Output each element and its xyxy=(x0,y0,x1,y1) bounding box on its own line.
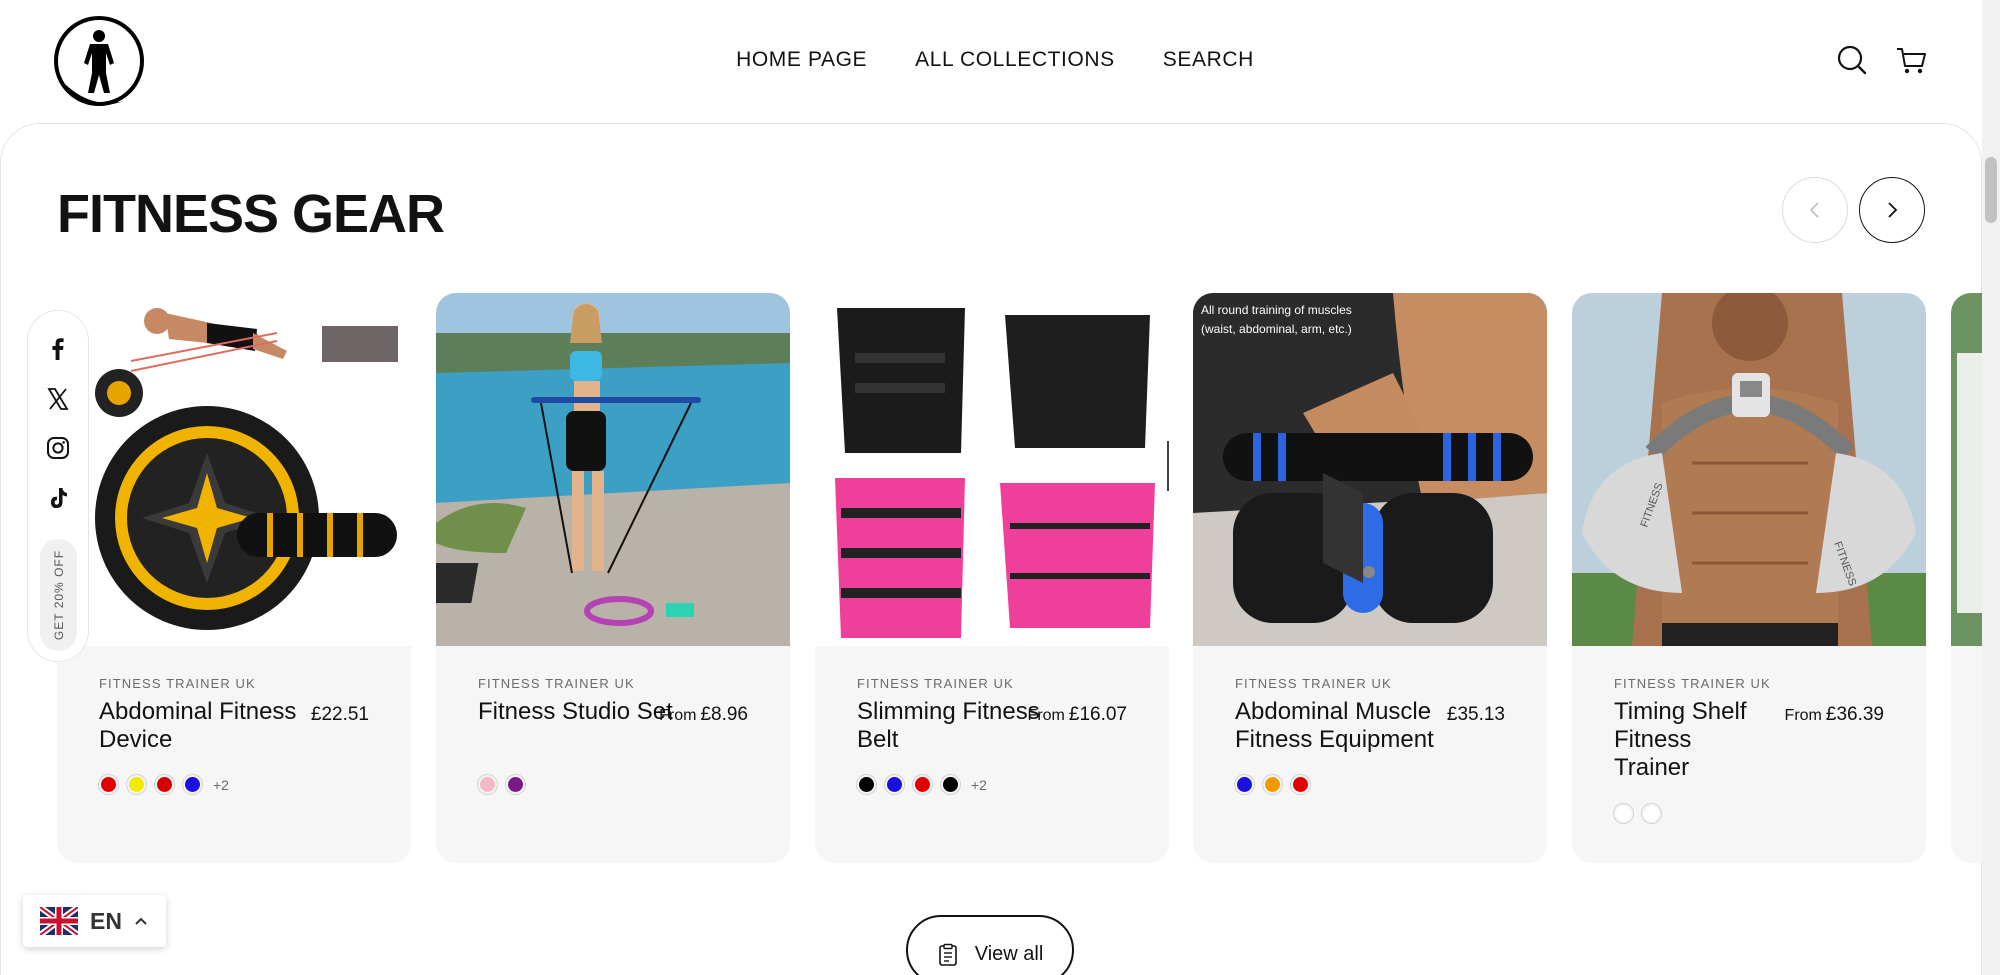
product-vendor: FITNESS TRAINER UK xyxy=(1614,676,1771,691)
view-all-label: View all xyxy=(974,943,1044,965)
product-image[interactable] xyxy=(436,293,790,646)
color-swatch[interactable] xyxy=(127,775,146,794)
color-swatches: +2 xyxy=(99,775,229,794)
nav-search[interactable]: SEARCH xyxy=(1163,48,1254,72)
color-swatch[interactable] xyxy=(1614,804,1633,823)
color-swatches: +2 xyxy=(857,775,987,794)
product-price: From £8.96 xyxy=(659,704,748,725)
product-image[interactable] xyxy=(57,293,411,646)
chevron-up-icon xyxy=(135,917,147,925)
product-title[interactable]: Timing Shelf Fitness Trainer xyxy=(1614,698,1764,782)
chevron-left-icon xyxy=(1809,202,1819,218)
color-swatches xyxy=(1614,804,1661,823)
product-title[interactable]: Fitness Studio Set xyxy=(478,698,678,726)
color-swatch[interactable] xyxy=(857,775,876,794)
product-card[interactable]: FITNESS FITNESS FITNESS TRAINER UK Timin… xyxy=(1572,293,1926,863)
section-title: FITNESS GEAR xyxy=(57,184,445,244)
product-card[interactable]: FITNESS TRAINER UK Fitness Studio Set Fr… xyxy=(436,293,790,863)
clipboard-list-icon xyxy=(938,943,957,966)
cart-icon[interactable] xyxy=(1895,44,1927,76)
uk-flag-icon xyxy=(40,907,78,935)
product-image[interactable]: FITNESS FITNESS xyxy=(1572,293,1926,646)
more-colors-count: +2 xyxy=(971,776,987,793)
product-vendor: FITNESS TRAINER UK xyxy=(478,676,635,691)
chevron-right-icon xyxy=(1888,202,1898,218)
main-nav: HOME PAGE ALL COLLECTIONS SEARCH xyxy=(0,48,1982,72)
color-swatch[interactable] xyxy=(941,775,960,794)
tiktok-icon[interactable] xyxy=(45,485,71,511)
product-price: £35.13 xyxy=(1446,704,1505,725)
discount-promo-tab[interactable]: GET 20% OFF xyxy=(40,539,77,651)
product-vendor: FITNESS TRAINER UK xyxy=(857,676,1014,691)
color-swatch[interactable] xyxy=(99,775,118,794)
product-title[interactable]: Abdominal Fitness Device xyxy=(99,698,299,754)
product-image[interactable] xyxy=(815,293,1169,646)
color-swatch[interactable] xyxy=(155,775,174,794)
language-selector[interactable]: EN xyxy=(23,895,166,947)
carousel-next-button[interactable] xyxy=(1859,177,1925,243)
color-swatch[interactable] xyxy=(506,775,525,794)
x-icon[interactable] xyxy=(45,386,71,412)
site-header: HOME PAGE ALL COLLECTIONS SEARCH xyxy=(0,0,1982,124)
color-swatch[interactable] xyxy=(478,775,497,794)
color-swatch[interactable] xyxy=(1235,775,1254,794)
scrollbar-thumb[interactable] xyxy=(1985,157,1997,223)
nav-all-collections[interactable]: ALL COLLECTIONS xyxy=(915,48,1115,72)
language-code: EN xyxy=(90,907,122,934)
page-scrollbar[interactable] xyxy=(1982,0,2000,975)
color-swatches xyxy=(1235,775,1310,794)
color-swatch[interactable] xyxy=(1263,775,1282,794)
color-swatch[interactable] xyxy=(913,775,932,794)
image-caption: All round training of muscles (waist, ab… xyxy=(1201,303,1352,336)
product-card[interactable]: FITNESS TRAINER UK Slimming Fitness Belt… xyxy=(815,293,1169,863)
product-image[interactable]: All round training of muscles (waist, ab… xyxy=(1193,293,1547,646)
product-price: £22.51 xyxy=(310,704,369,725)
instagram-icon[interactable] xyxy=(45,435,71,461)
product-price: From £16.07 xyxy=(1027,704,1127,725)
color-swatch[interactable] xyxy=(183,775,202,794)
carousel-prev-button[interactable] xyxy=(1782,177,1848,243)
product-vendor: FITNESS TRAINER UK xyxy=(1235,676,1392,691)
product-card[interactable]: All round training of muscles (waist, ab… xyxy=(1193,293,1547,863)
view-all-button[interactable]: View all xyxy=(906,915,1074,975)
facebook-icon[interactable] xyxy=(45,336,71,362)
color-swatches xyxy=(478,775,525,794)
product-title[interactable]: Abdominal Muscle Fitness Equipment xyxy=(1235,698,1445,754)
product-price: From £36.39 xyxy=(1784,704,1884,725)
color-swatch[interactable] xyxy=(1642,804,1661,823)
product-card[interactable]: FITNESS TRAINER UK Abdominal Fitness Dev… xyxy=(57,293,411,863)
more-colors-count: +2 xyxy=(213,776,229,793)
color-swatch[interactable] xyxy=(1291,775,1310,794)
product-vendor: FITNESS TRAINER UK xyxy=(99,676,256,691)
search-icon[interactable] xyxy=(1836,44,1868,76)
social-sidebar: GET 20% OFF xyxy=(27,310,89,662)
nav-home-page[interactable]: HOME PAGE xyxy=(736,48,867,72)
color-swatch[interactable] xyxy=(885,775,904,794)
